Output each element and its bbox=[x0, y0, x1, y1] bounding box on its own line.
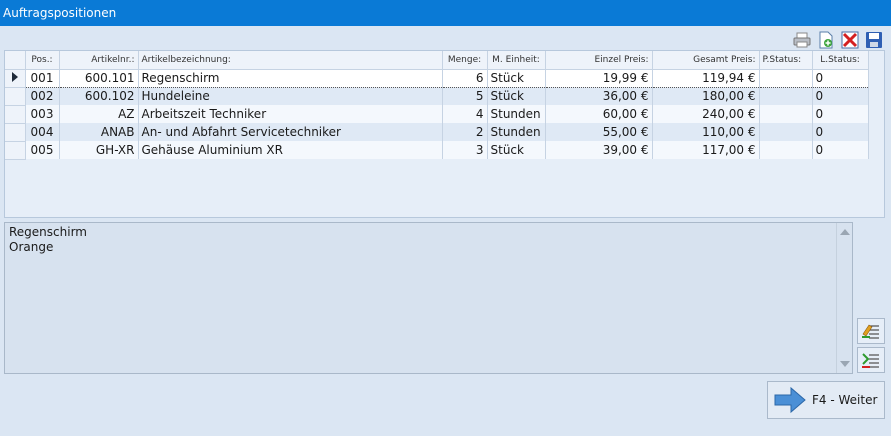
new-button[interactable] bbox=[816, 30, 836, 50]
cell-bezeichnung[interactable]: Regenschirm bbox=[138, 68, 443, 88]
cell-pos[interactable]: 002 bbox=[25, 87, 60, 105]
cell-menge[interactable]: 5 bbox=[442, 87, 488, 105]
print-button[interactable] bbox=[792, 30, 812, 50]
cell-menge[interactable]: 2 bbox=[442, 123, 488, 141]
cell-einzelpreis[interactable]: 55,00 € bbox=[545, 123, 653, 141]
row-indicator bbox=[5, 69, 26, 88]
cell-gesamtpreis[interactable]: 110,00 € bbox=[652, 123, 760, 141]
row-indicator bbox=[5, 141, 26, 160]
cell-bezeichnung[interactable]: Arbeitszeit Techniker bbox=[138, 105, 443, 123]
row-indicator bbox=[5, 105, 26, 124]
edit-text-button[interactable] bbox=[857, 318, 885, 344]
column-header-gesamtpreis[interactable]: Gesamt Preis: bbox=[652, 51, 760, 70]
column-header-einzelpreis[interactable]: Einzel Preis: bbox=[545, 51, 653, 70]
cell-gesamtpreis[interactable]: 117,00 € bbox=[652, 141, 760, 159]
positions-grid: Pos.: Artikelnr.: Artikelbezeichnung: Me… bbox=[4, 50, 885, 218]
cell-pos[interactable]: 003 bbox=[25, 105, 60, 123]
printer-icon bbox=[793, 32, 811, 48]
cell-lstatus[interactable]: 0 bbox=[812, 87, 869, 105]
cell-pstatus[interactable] bbox=[759, 87, 813, 105]
table-row[interactable]: 001 600.101 Regenschirm 6 Stück 19,99 € … bbox=[5, 68, 869, 88]
cell-artikelnr[interactable]: ANAB bbox=[59, 123, 139, 141]
delete-button[interactable] bbox=[840, 30, 860, 50]
text-module-button[interactable] bbox=[857, 347, 885, 373]
cell-einheit[interactable]: Stunden bbox=[487, 123, 546, 141]
cell-pstatus[interactable] bbox=[759, 123, 813, 141]
row-indicator bbox=[5, 123, 26, 142]
cell-menge[interactable]: 4 bbox=[442, 105, 488, 123]
grid-header-row: Pos.: Artikelnr.: Artikelbezeichnung: Me… bbox=[5, 51, 869, 70]
edit-list-icon bbox=[862, 324, 879, 339]
row-indicator bbox=[5, 87, 26, 106]
column-header-pstatus[interactable]: P.Status: bbox=[759, 51, 813, 70]
arrow-right-icon bbox=[774, 386, 806, 414]
cell-bezeichnung[interactable]: Hundeleine bbox=[138, 87, 443, 105]
memo-text[interactable]: Regenschirm Orange bbox=[9, 225, 87, 255]
table-row[interactable]: 005 GH-XR Gehäuse Aluminium XR 3 Stück 3… bbox=[5, 141, 869, 160]
cell-einheit[interactable]: Stück bbox=[487, 68, 546, 88]
cell-artikelnr[interactable]: 600.101 bbox=[59, 68, 139, 88]
cell-lstatus[interactable]: 0 bbox=[812, 105, 869, 123]
cell-gesamtpreis[interactable]: 119,94 € bbox=[652, 68, 760, 88]
delete-icon bbox=[841, 31, 859, 49]
window-title: Auftragspositionen bbox=[0, 0, 891, 26]
row-indicator-header bbox=[5, 51, 26, 70]
cell-artikelnr[interactable]: AZ bbox=[59, 105, 139, 123]
column-header-menge[interactable]: Menge: bbox=[442, 51, 488, 70]
cell-einheit[interactable]: Stück bbox=[487, 141, 546, 159]
weiter-button[interactable]: F4 - Weiter bbox=[767, 381, 885, 419]
current-row-arrow-icon bbox=[11, 72, 18, 82]
cell-artikelnr[interactable]: 600.102 bbox=[59, 87, 139, 105]
cell-pstatus[interactable] bbox=[759, 68, 813, 88]
cell-gesamtpreis[interactable]: 180,00 € bbox=[652, 87, 760, 105]
cell-einzelpreis[interactable]: 19,99 € bbox=[545, 68, 653, 88]
cell-einzelpreis[interactable]: 39,00 € bbox=[545, 141, 653, 159]
toolbar bbox=[792, 30, 884, 50]
cell-pstatus[interactable] bbox=[759, 105, 813, 123]
cell-lstatus[interactable]: 0 bbox=[812, 123, 869, 141]
cell-pos[interactable]: 005 bbox=[25, 141, 60, 159]
cell-gesamtpreis[interactable]: 240,00 € bbox=[652, 105, 760, 123]
column-header-artikelbezeichnung[interactable]: Artikelbezeichnung: bbox=[138, 51, 443, 70]
scroll-up-icon[interactable] bbox=[840, 229, 850, 235]
text-module-icon bbox=[862, 353, 879, 368]
new-document-icon bbox=[819, 31, 833, 49]
cell-einheit[interactable]: Stück bbox=[487, 87, 546, 105]
weiter-button-label: F4 - Weiter bbox=[812, 393, 878, 407]
cell-einzelpreis[interactable]: 60,00 € bbox=[545, 105, 653, 123]
cell-pstatus[interactable] bbox=[759, 141, 813, 159]
cell-pos[interactable]: 004 bbox=[25, 123, 60, 141]
cell-artikelnr[interactable]: GH-XR bbox=[59, 141, 139, 159]
memo-scrollbar[interactable] bbox=[836, 223, 852, 373]
table-row[interactable]: 003 AZ Arbeitszeit Techniker 4 Stunden 6… bbox=[5, 105, 869, 124]
cell-lstatus[interactable]: 0 bbox=[812, 141, 869, 159]
cell-lstatus[interactable]: 0 bbox=[812, 68, 869, 88]
cell-pos[interactable]: 001 bbox=[25, 68, 60, 88]
column-header-pos[interactable]: Pos.: bbox=[25, 51, 60, 70]
column-header-lstatus[interactable]: L.Status: bbox=[812, 51, 869, 70]
cell-bezeichnung[interactable]: Gehäuse Aluminium XR bbox=[138, 141, 443, 159]
column-header-artikelnr[interactable]: Artikelnr.: bbox=[59, 51, 139, 70]
description-memo[interactable]: Regenschirm Orange bbox=[4, 222, 853, 374]
column-header-einheit[interactable]: M. Einheit: bbox=[487, 51, 546, 70]
table-row[interactable]: 002 600.102 Hundeleine 5 Stück 36,00 € 1… bbox=[5, 87, 869, 106]
cell-einheit[interactable]: Stunden bbox=[487, 105, 546, 123]
table-row[interactable]: 004 ANAB An- und Abfahrt Servicetechnike… bbox=[5, 123, 869, 142]
cell-einzelpreis[interactable]: 36,00 € bbox=[545, 87, 653, 105]
save-button[interactable] bbox=[864, 30, 884, 50]
cell-menge[interactable]: 3 bbox=[442, 141, 488, 159]
cell-bezeichnung[interactable]: An- und Abfahrt Servicetechniker bbox=[138, 123, 443, 141]
save-icon bbox=[866, 32, 882, 48]
scroll-down-icon[interactable] bbox=[840, 361, 850, 367]
cell-menge[interactable]: 6 bbox=[442, 68, 488, 88]
